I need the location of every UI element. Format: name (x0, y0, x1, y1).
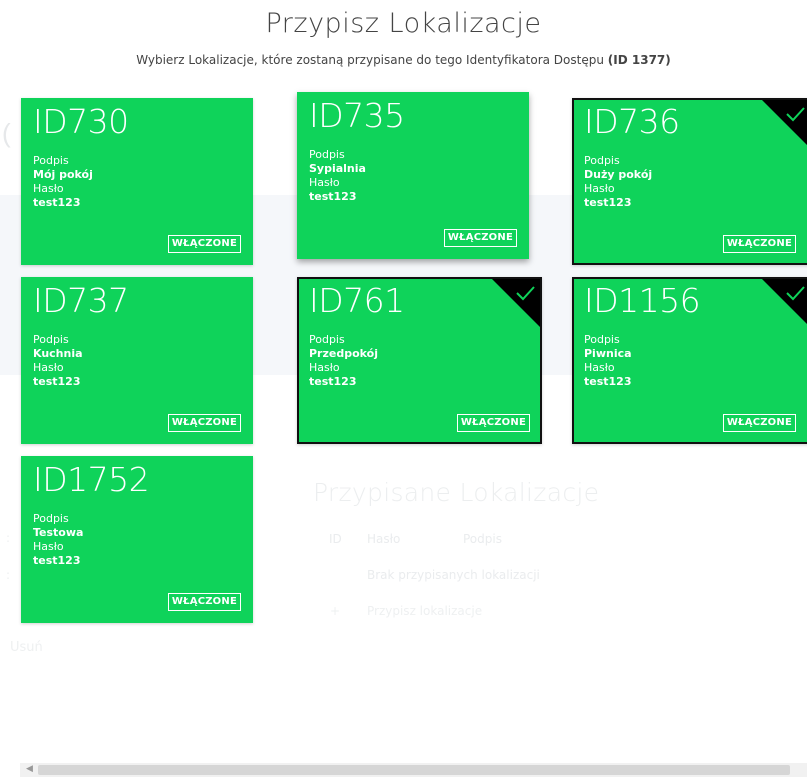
remove-link: Usuń (10, 640, 43, 655)
assign-locations-link: Przypisz lokalizacje (367, 604, 483, 618)
check-icon (762, 100, 807, 145)
scrollbar-thumb[interactable] (38, 765, 790, 775)
haslo-value: test123 (584, 196, 632, 209)
status-badge: WŁĄCZONE (167, 593, 241, 611)
modal-title: Przypisz Lokalizacje (265, 8, 542, 39)
haslo-label: Hasło (33, 540, 64, 553)
haslo-value: test123 (33, 196, 81, 209)
haslo-label: Hasło (309, 176, 340, 189)
location-id: ID1752 (33, 460, 150, 499)
location-id: ID736 (584, 102, 680, 141)
haslo-value: test123 (33, 554, 81, 567)
podpis-value: Testowa (33, 526, 84, 539)
haslo-value: test123 (584, 375, 632, 388)
haslo-label: Hasło (33, 182, 64, 195)
column-header-haslo: Hasło (367, 532, 401, 546)
status-badge: WŁĄCZONE (456, 414, 530, 432)
podpis-value: Mój pokój (33, 168, 93, 181)
podpis-label: Podpis (584, 333, 620, 346)
empty-state-text: Brak przypisanych lokalizacji (367, 568, 540, 582)
haslo-value: test123 (33, 375, 81, 388)
location-card[interactable]: ID730 Podpis Mój pokój Hasło test123 WŁĄ… (21, 98, 253, 265)
haslo-value: test123 (309, 375, 357, 388)
status-badge: WŁĄCZONE (722, 235, 796, 253)
check-icon (492, 279, 540, 327)
check-icon (762, 279, 807, 324)
podpis-value: Duży pokój (584, 168, 653, 181)
location-card[interactable]: ID1752 Podpis Testowa Hasło test123 WŁĄC… (21, 456, 253, 623)
podpis-value: Piwnica (584, 347, 632, 360)
podpis-value: Kuchnia (33, 347, 83, 360)
background-fragment: : (6, 568, 11, 582)
location-id: ID730 (33, 102, 129, 141)
location-id: ID1156 (584, 281, 701, 320)
status-badge: WŁĄCZONE (167, 235, 241, 253)
background-fragment: ( (2, 118, 11, 148)
status-badge: WŁĄCZONE (167, 414, 241, 432)
modal-subtitle: Wybierz Lokalizacje, które zostaną przyp… (0, 53, 807, 67)
haslo-label: Hasło (33, 361, 64, 374)
haslo-value: test123 (309, 190, 357, 203)
podpis-label: Podpis (33, 154, 69, 167)
modal-subtitle-text: Wybierz Lokalizacje, które zostaną przyp… (136, 53, 608, 67)
assigned-locations-heading: Przypisane Lokalizacje (313, 478, 600, 507)
podpis-label: Podpis (309, 333, 345, 346)
status-badge: WŁĄCZONE (722, 414, 796, 432)
location-card-selected[interactable]: ID761 Podpis Przedpokój Hasło test123 WŁ… (297, 277, 542, 444)
podpis-label: Podpis (584, 154, 620, 167)
location-card[interactable]: ID735 Podpis Sypialnia Hasło test123 WŁĄ… (297, 92, 529, 259)
horizontal-scrollbar[interactable]: ◀ (20, 763, 807, 777)
chevron-left-icon[interactable]: ◀ (26, 764, 33, 774)
location-card-selected[interactable]: ID736 Podpis Duży pokój Hasło test123 WŁ… (572, 98, 807, 265)
location-id: ID735 (309, 96, 405, 135)
column-header-podpis: Podpis (463, 532, 502, 546)
haslo-label: Hasło (309, 361, 340, 374)
podpis-label: Podpis (33, 512, 69, 525)
add-plus-icon: + (330, 604, 341, 618)
location-card[interactable]: ID737 Podpis Kuchnia Hasło test123 WŁĄCZ… (21, 277, 253, 444)
location-id: ID761 (309, 281, 405, 320)
column-header-id: ID (329, 532, 342, 546)
haslo-label: Hasło (584, 182, 615, 195)
status-badge: WŁĄCZONE (443, 229, 517, 247)
background-fragment: : (6, 531, 11, 545)
podpis-value: Sypialnia (309, 162, 366, 175)
podpis-value: Przedpokój (309, 347, 379, 360)
podpis-label: Podpis (309, 148, 345, 161)
location-id: ID737 (33, 281, 129, 320)
haslo-label: Hasło (584, 361, 615, 374)
access-id-label: (ID 1377) (607, 53, 671, 67)
location-card-selected[interactable]: ID1156 Podpis Piwnica Hasło test123 WŁĄC… (572, 277, 807, 444)
podpis-label: Podpis (33, 333, 69, 346)
